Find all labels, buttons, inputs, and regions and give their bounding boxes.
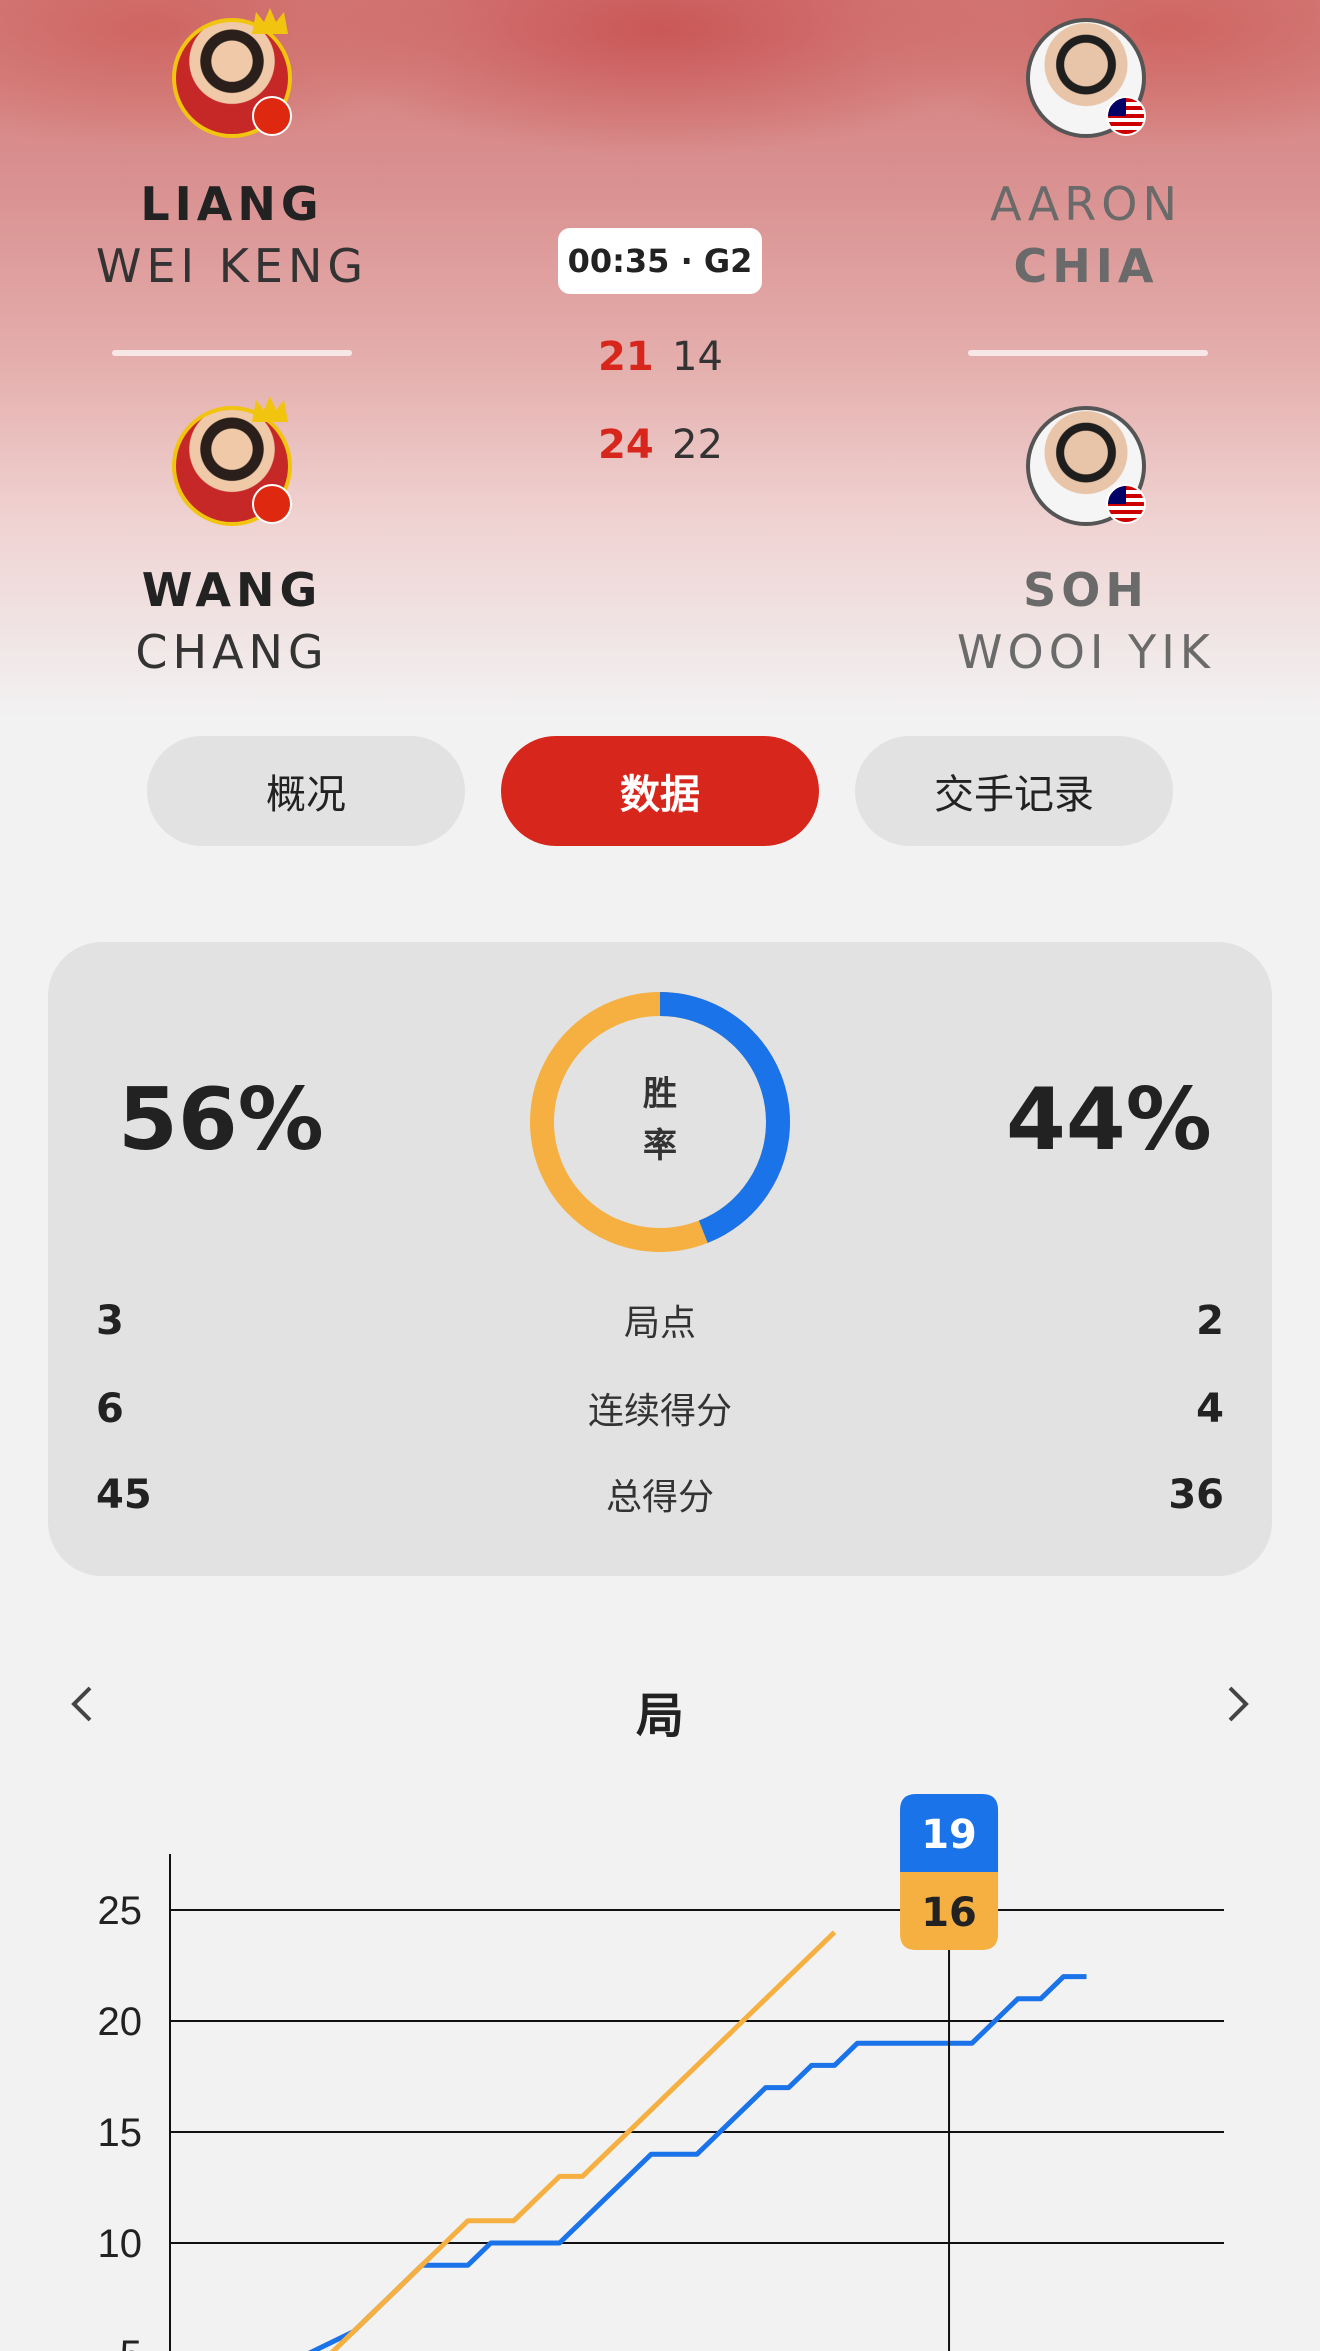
player-last-name: WOOI YIK bbox=[957, 625, 1215, 679]
stat-left-streak: 6 bbox=[96, 1386, 124, 1432]
y-tick-label: 10 bbox=[98, 2222, 143, 2266]
score-progression-chart: 25 20 15 10 5 19 16 bbox=[98, 1794, 1224, 2351]
player-first-name: WANG bbox=[141, 563, 323, 617]
china-flag-icon bbox=[252, 96, 292, 136]
player-first-name: SOH bbox=[1023, 563, 1149, 617]
stat-right-streak: 4 bbox=[1196, 1386, 1224, 1432]
win-rate-right: 44% bbox=[1006, 1070, 1212, 1170]
china-flag-icon bbox=[252, 484, 292, 524]
tab-head-to-head[interactable]: 交手记录 bbox=[855, 736, 1173, 846]
game1-score-left: 21 bbox=[598, 334, 654, 380]
y-tick-label: 20 bbox=[98, 2000, 143, 2044]
player-name-wang: WANG CHANG bbox=[72, 566, 392, 676]
player-last-name: WEI KENG bbox=[95, 239, 369, 293]
y-tick-label: 25 bbox=[98, 1889, 143, 1933]
player-avatar-soh[interactable] bbox=[1026, 406, 1146, 526]
player-first-name: AARON bbox=[990, 177, 1182, 231]
player-last-name: CHIA bbox=[1013, 239, 1159, 293]
tab-overview[interactable]: 概况 bbox=[147, 736, 465, 846]
tooltip-orange-value: 16 bbox=[921, 1890, 977, 1936]
stat-left-game-points: 3 bbox=[96, 1298, 124, 1344]
donut-label-2: 率 bbox=[643, 1126, 677, 1166]
win-rate-left: 56% bbox=[118, 1070, 324, 1170]
orange-series-line bbox=[329, 1930, 837, 2351]
player-avatar-chia[interactable] bbox=[1026, 18, 1146, 138]
player-divider-right bbox=[968, 350, 1208, 356]
tooltip-blue-value: 19 bbox=[921, 1812, 977, 1858]
donut-label-1: 胜 bbox=[643, 1074, 677, 1114]
crown-icon bbox=[252, 396, 288, 422]
player-avatar-liang[interactable] bbox=[172, 8, 292, 138]
player-avatar-wang[interactable] bbox=[172, 396, 292, 526]
match-timer: 00:35 · G2 bbox=[558, 228, 762, 294]
malaysia-flag-icon bbox=[1106, 96, 1146, 136]
chevron-left-icon[interactable] bbox=[64, 1684, 104, 1724]
y-tick-label: 15 bbox=[98, 2111, 143, 2155]
stat-label-game-points: 局点 bbox=[623, 1303, 696, 1344]
stat-right-game-points: 2 bbox=[1196, 1298, 1224, 1344]
game2-score-right: 22 bbox=[672, 422, 723, 468]
game2-score-left: 24 bbox=[598, 422, 654, 468]
player-last-name: CHANG bbox=[135, 625, 329, 679]
chevron-right-icon[interactable] bbox=[1216, 1684, 1256, 1724]
y-tick-label: 5 bbox=[120, 2333, 142, 2351]
section-title: 局 bbox=[635, 1688, 684, 1744]
player-first-name: LIANG bbox=[140, 177, 324, 231]
malaysia-flag-icon bbox=[1106, 484, 1146, 524]
tab-stats[interactable]: 数据 bbox=[501, 736, 819, 846]
stat-label-streak: 连续得分 bbox=[587, 1391, 732, 1432]
player-divider-left bbox=[112, 350, 352, 356]
crown-icon bbox=[252, 8, 288, 34]
stat-right-total: 36 bbox=[1168, 1472, 1224, 1518]
player-name-chia: AARON CHIA bbox=[926, 180, 1246, 290]
player-name-liang: LIANG WEI KENG bbox=[72, 180, 392, 290]
player-name-soh: SOH WOOI YIK bbox=[926, 566, 1246, 676]
stat-label-total: 总得分 bbox=[605, 1477, 714, 1518]
game1-score-right: 14 bbox=[672, 334, 723, 380]
stat-left-total: 45 bbox=[96, 1472, 152, 1518]
